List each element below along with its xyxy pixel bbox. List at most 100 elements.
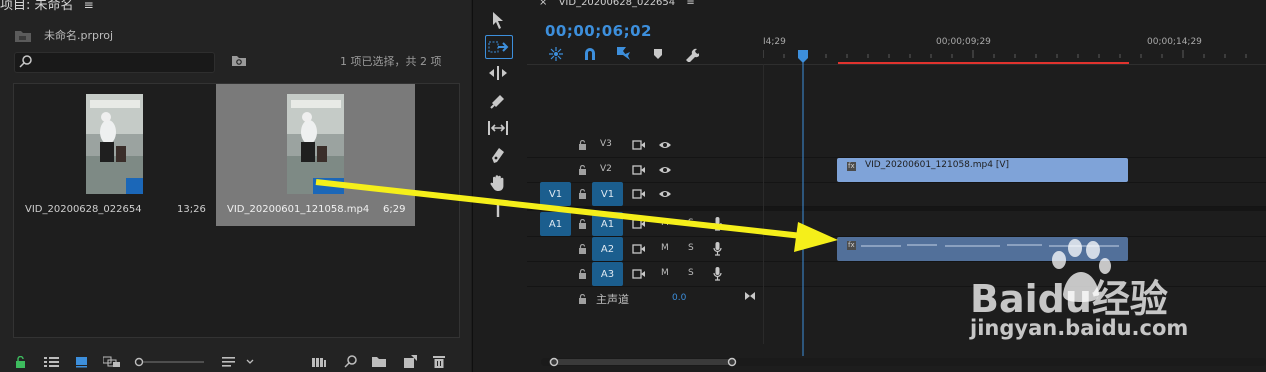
selection-tool-icon[interactable] [485, 9, 511, 31]
baidu-watermark: Baidu经验 jingyan.baidu.com [970, 236, 1200, 346]
mute-button[interactable]: M [661, 243, 669, 253]
find-icon[interactable] [344, 355, 357, 368]
clip-thumbnail [86, 94, 143, 194]
lock-icon[interactable] [578, 140, 587, 150]
wrench-icon[interactable] [683, 46, 699, 62]
close-icon[interactable]: × [539, 0, 547, 8]
new-search-bin-icon[interactable] [231, 54, 247, 67]
track-v1[interactable]: V1 V1 [527, 182, 1266, 207]
track-v3[interactable]: V3 [527, 133, 1266, 158]
sync-lock-icon[interactable] [632, 165, 646, 175]
folder-icon [14, 29, 32, 43]
ruler-label: 00;00;14;29 [1147, 37, 1202, 47]
sync-lock-icon[interactable] [632, 244, 646, 254]
lock-icon[interactable] [578, 165, 587, 175]
playhead[interactable] [797, 50, 809, 356]
trash-icon[interactable] [433, 355, 445, 368]
ruler-label: I4;29 [763, 37, 786, 47]
watermark-url: jingyan.baidu.com [970, 316, 1189, 340]
source-patch-a1[interactable]: A1 [540, 212, 571, 236]
solo-button[interactable]: S [688, 218, 694, 228]
lock-icon[interactable] [578, 269, 587, 279]
sync-lock-icon[interactable] [632, 219, 646, 229]
type-tool-icon[interactable] [485, 198, 511, 220]
microphone-icon[interactable] [713, 267, 722, 281]
pen-tool-icon[interactable] [485, 145, 511, 167]
track-target-a3[interactable]: A3 [592, 262, 623, 286]
lock-icon[interactable] [578, 219, 587, 229]
new-bin-icon[interactable] [372, 356, 386, 368]
project-clip-item-selected[interactable]: VID_20200601_121058.mp4 6;29 [216, 84, 415, 226]
mute-button[interactable]: M [661, 218, 669, 228]
sync-lock-icon[interactable] [632, 189, 646, 199]
scrollbar-handle-left[interactable] [549, 357, 559, 367]
tools-panel [472, 0, 528, 372]
lock-icon[interactable] [578, 294, 587, 304]
zoom-slider[interactable] [134, 356, 206, 368]
microphone-icon[interactable] [713, 242, 722, 256]
search-icon [19, 55, 32, 68]
insert-nest-icon[interactable] [549, 47, 563, 61]
hamburger-icon[interactable]: ≡ [686, 0, 694, 8]
sync-lock-icon[interactable] [632, 140, 646, 150]
track-area-divider [527, 64, 1266, 65]
microphone-icon[interactable] [713, 217, 722, 231]
hand-tool-icon[interactable] [485, 172, 511, 194]
automate-to-sequence-icon[interactable] [312, 356, 326, 368]
project-panel-title[interactable]: 项目: 未命名 ≡ [0, 0, 94, 13]
track-select-tool-icon[interactable] [485, 35, 513, 59]
project-panel: 项目: 未命名 ≡ 未命名.prproj 1 项已选择，共 2 项 VID_20… [0, 0, 471, 372]
new-item-icon[interactable] [404, 355, 417, 368]
project-file-name: 未命名.prproj [44, 29, 114, 42]
list-view-icon[interactable] [44, 356, 60, 368]
track-header-border [763, 64, 764, 344]
clip-name: VID_20200601_121058.mp4 [227, 204, 370, 215]
go-to-end-icon[interactable] [744, 291, 756, 301]
ruler-label: 00;00;09;29 [936, 37, 991, 47]
video-clip[interactable]: fx VID_20200601_121058.mp4 [V] [837, 158, 1128, 182]
watermark-brand: Baidu经验 [970, 277, 1168, 321]
clip-name: VID_20200628_022654 [25, 204, 142, 215]
selection-count: 1 项已选择，共 2 项 [340, 55, 442, 68]
razor-tool-icon[interactable] [485, 90, 511, 112]
ripple-edit-tool-icon[interactable] [485, 62, 511, 84]
track-target-v1[interactable]: V1 [592, 182, 623, 206]
horizontal-scrollbar[interactable] [541, 356, 1266, 368]
solo-button[interactable]: S [688, 243, 694, 253]
lock-icon[interactable] [578, 189, 587, 199]
project-clip-item[interactable]: VID_20200628_022654 13;26 [14, 84, 213, 226]
lock-icon[interactable] [578, 244, 587, 254]
slip-tool-icon[interactable] [485, 117, 511, 139]
sync-lock-icon[interactable] [632, 269, 646, 279]
source-patch-v1[interactable]: V1 [540, 182, 571, 206]
track-a1[interactable]: A1 A1 M S [527, 212, 1266, 237]
track-target-a1[interactable]: A1 [592, 212, 623, 236]
hamburger-icon[interactable]: ≡ [84, 0, 94, 12]
track-label: V3 [600, 139, 612, 149]
eye-icon[interactable] [658, 140, 672, 150]
sequence-name: VID_20200628_022654 [558, 0, 676, 8]
master-volume-value[interactable]: 0.0 [672, 293, 686, 303]
linked-selection-icon[interactable] [616, 46, 632, 61]
project-panel-toolbar [0, 350, 471, 372]
video-audio-divider [527, 207, 1266, 211]
sort-icon[interactable] [222, 356, 258, 368]
fx-badge: fx [847, 162, 856, 171]
track-target-a2[interactable]: A2 [592, 237, 623, 261]
solo-button[interactable]: S [688, 268, 694, 278]
eye-icon[interactable] [658, 165, 672, 175]
scrollbar-thumb[interactable] [549, 359, 735, 365]
icon-view-icon[interactable] [75, 356, 89, 368]
freeform-view-icon[interactable] [103, 356, 121, 368]
clip-duration: 13;26 [177, 204, 206, 215]
clip-thumbnail [287, 94, 344, 194]
snap-icon[interactable] [583, 47, 597, 61]
playhead-timecode[interactable]: 00;00;06;02 [545, 22, 652, 40]
timeline-tab[interactable]: × VID_20200628_022654 ≡ [539, 0, 695, 8]
project-search-input[interactable] [14, 52, 215, 73]
lock-icon[interactable] [15, 356, 26, 368]
scrollbar-handle-right[interactable] [727, 357, 737, 367]
add-marker-icon[interactable] [653, 48, 663, 60]
eye-icon[interactable] [658, 189, 672, 199]
mute-button[interactable]: M [661, 268, 669, 278]
